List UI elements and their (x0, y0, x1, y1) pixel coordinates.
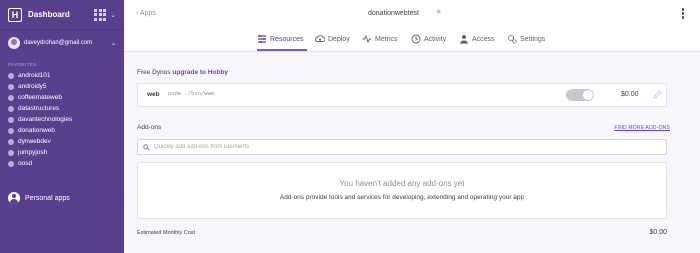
personal-apps-label: Personal apps (25, 194, 70, 202)
dyno-name: web (147, 91, 160, 98)
account-chevron-icon: ⌄ (110, 40, 116, 47)
person-icon (8, 192, 20, 204)
sidebar-item-davantechnologies[interactable]: davantechnologies (0, 114, 124, 125)
heroku-logo-icon[interactable]: H (8, 7, 22, 22)
addons-search-input[interactable] (154, 144, 654, 150)
free-dynos-label: Free Dynos (137, 69, 171, 76)
favorites-list: android101 androidy5 coffeemateweb datas… (0, 70, 124, 169)
back-label: Apps (139, 10, 156, 17)
sidebar-item-dynwebdev[interactable]: dynwebdev (0, 136, 124, 147)
sidebar-item-oosd[interactable]: oosd (0, 158, 124, 169)
app-dot-icon (8, 149, 14, 156)
sidebar: H Dashboard ⌄ daveydrohan@gmail.com ⌄ FA… (0, 0, 124, 253)
dyno-cost: $0.00 (621, 91, 639, 98)
app-dot-icon (8, 94, 14, 101)
tab-label: Resources (270, 35, 304, 43)
upgrade-to-hobby-link[interactable]: upgrade to Hobby (172, 69, 228, 76)
app-switcher-grid-icon[interactable] (94, 8, 107, 21)
app-dot-icon (8, 138, 14, 145)
app-dot-icon (8, 116, 14, 123)
tab-settings[interactable]: Settings (507, 34, 545, 44)
sidebar-item-label: android101 (18, 72, 51, 79)
metrics-icon (362, 34, 372, 44)
toggle-knob (583, 90, 593, 100)
sidebar-item-androidy5[interactable]: androidy5 (0, 81, 124, 92)
empty-state-description: Add-ons provide tools and services for d… (279, 194, 525, 201)
tab-label: Deploy (328, 35, 350, 43)
estimated-cost-value: $0.00 (649, 229, 667, 236)
tab-label: Settings (520, 35, 546, 43)
sidebar-item-label: jumpyjosh (18, 149, 48, 156)
sidebar-item-coffeemateweb[interactable]: coffeemateweb (0, 92, 124, 103)
more-options-icon[interactable] (681, 8, 684, 19)
main-content: ‹ Apps donationwebtest ★ Resources Deplo… (124, 0, 700, 253)
avatar (8, 37, 20, 49)
tab-label: Activity (424, 35, 447, 43)
tab-metrics[interactable]: Metrics (362, 34, 398, 44)
app-dot-icon (8, 160, 14, 167)
dyno-row: web node ./bin/www $0.00 (137, 83, 667, 107)
chevron-down-icon[interactable]: ⌄ (110, 11, 116, 19)
app-dot-icon (8, 127, 14, 134)
app-name: donationwebtest (368, 10, 419, 17)
addons-empty-state: You haven't added any add-ons yet Add-on… (137, 162, 667, 219)
tab-label: Access (472, 35, 495, 43)
account-email: daveydrohan@gmail.com (24, 40, 93, 46)
addons-heading: Add-ons (137, 124, 162, 131)
app-header: ‹ Apps donationwebtest ★ (124, 0, 700, 27)
active-tab-indicator (257, 49, 307, 51)
tab-resources[interactable]: Resources (257, 34, 303, 44)
dyno-command: node ./bin/www (168, 91, 215, 97)
sidebar-header: H Dashboard ⌄ (0, 0, 124, 30)
sidebar-item-label: datastructures (18, 105, 60, 112)
addons-search[interactable] (137, 139, 667, 155)
sidebar-item-label: donationweb (18, 127, 55, 134)
resources-icon (258, 35, 266, 43)
sidebar-item-donationweb[interactable]: donationweb (0, 125, 124, 136)
tab-activity[interactable]: Activity (411, 34, 446, 44)
settings-icon (507, 34, 517, 44)
tab-deploy[interactable]: Deploy (315, 34, 350, 44)
empty-state-title: You haven't added any add-ons yet (339, 179, 465, 188)
app-dot-icon (8, 72, 14, 79)
deploy-icon (315, 35, 325, 42)
back-to-apps-link[interactable]: ‹ Apps (136, 10, 156, 17)
favorites-label: FAVORITES (8, 62, 37, 67)
sidebar-item-label: androidy5 (18, 83, 47, 90)
edit-pencil-icon[interactable] (652, 90, 662, 100)
app-dot-icon (8, 105, 14, 112)
tab-label: Metrics (375, 35, 398, 43)
star-icon[interactable]: ★ (435, 7, 442, 16)
activity-icon (411, 34, 421, 44)
sidebar-item-label: dynwebdev (18, 138, 51, 145)
sidebar-item-label: davantechnologies (18, 116, 73, 123)
sidebar-item-jumpyjosh[interactable]: jumpyjosh (0, 147, 124, 158)
tab-access[interactable]: Access (459, 34, 495, 44)
app-dot-icon (8, 83, 14, 90)
estimated-cost-label: Estimated Monthly Cost (137, 230, 196, 236)
sidebar-item-datastructures[interactable]: datastructures (0, 103, 124, 114)
sidebar-item-label: coffeemateweb (18, 94, 62, 101)
access-icon (460, 35, 468, 44)
account-switcher[interactable]: daveydrohan@gmail.com ⌄ (0, 32, 124, 54)
logo-letter: H (11, 9, 19, 20)
dashboard-title[interactable]: Dashboard (28, 10, 70, 19)
find-more-addons-link[interactable]: FIND MORE ADD-ONS (614, 125, 670, 131)
dyno-toggle[interactable] (566, 89, 594, 101)
search-icon (143, 143, 150, 151)
personal-apps-link[interactable]: Personal apps (8, 192, 70, 204)
tab-bar: Resources Deploy Metrics Activity Access… (124, 27, 700, 52)
free-dynos-heading: Free Dynos upgrade to Hobby (137, 69, 228, 76)
sidebar-item-android101[interactable]: android101 (0, 70, 124, 81)
sidebar-item-label: oosd (18, 160, 33, 167)
